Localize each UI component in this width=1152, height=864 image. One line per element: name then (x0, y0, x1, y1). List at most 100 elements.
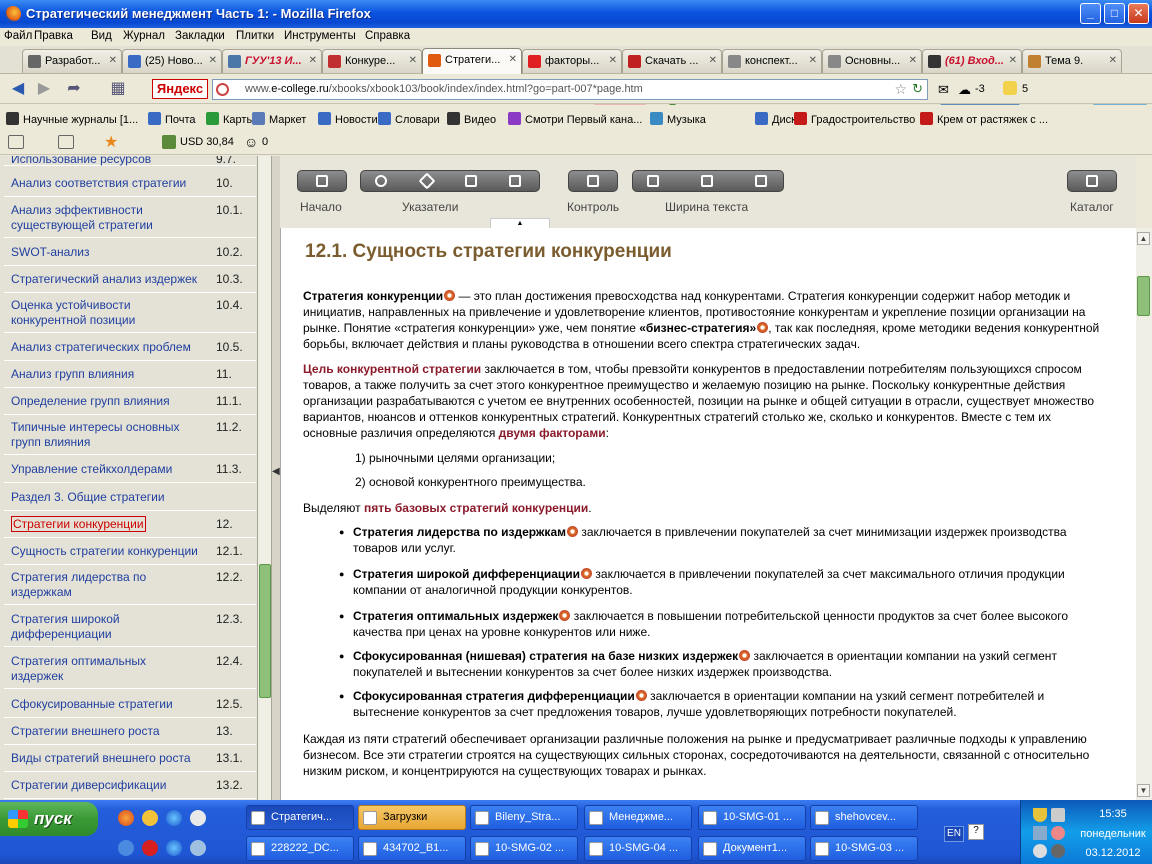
reload-icon[interactable]: ↻ (912, 81, 923, 97)
menu-edit[interactable]: Правка (34, 30, 73, 42)
help-icon[interactable]: ? (968, 824, 984, 840)
sidebar-scroll-thumb[interactable] (259, 564, 271, 698)
tab-close-icon[interactable]: ✕ (1109, 55, 1117, 66)
menu-bookmarks[interactable]: Закладки (175, 30, 225, 42)
toc-item[interactable]: Раздел 3. Общие стратегии (4, 484, 256, 511)
screenshot-icon[interactable] (58, 135, 74, 149)
url-bar[interactable]: www.e-college.ru/xbooks/xbook103/book/in… (212, 79, 928, 100)
catalog-button[interactable] (1067, 170, 1117, 192)
taskbar-button[interactable]: Документ1... (698, 836, 806, 861)
toc-item[interactable]: Виды стратегий внешнего роста 13.1. (4, 745, 256, 772)
tab-close-icon[interactable]: ✕ (109, 55, 117, 66)
taskbar-button[interactable]: 10-SMG-03 ... (810, 836, 918, 861)
tab-6[interactable]: Скачать ... ✕ (622, 49, 722, 73)
toc-item[interactable]: Стратегия лидерства по издержкам 12.2. (4, 565, 256, 605)
network-error-icon[interactable] (1051, 808, 1065, 822)
toc-item[interactable]: Управление стейкхолдерами 11.3. (4, 456, 256, 483)
tray-icon[interactable] (1033, 826, 1047, 840)
toc-item[interactable]: Стратегии внешнего роста 13. (4, 718, 256, 745)
currency-rate[interactable]: USD 30,84 (180, 136, 234, 148)
taskbar-button[interactable]: 10-SMG-01 ... (698, 805, 806, 830)
quicklaunch-icon[interactable] (118, 840, 134, 856)
tab-close-icon[interactable]: ✕ (409, 55, 417, 66)
tab-9[interactable]: (61) Вход... ✕ (922, 49, 1022, 73)
quicklaunch-icon[interactable] (142, 810, 158, 826)
taskbar-button[interactable]: shehovcev... (810, 805, 918, 830)
tab-5[interactable]: факторы... ✕ (522, 49, 622, 73)
tab-1[interactable]: (25) Ново... ✕ (122, 49, 222, 73)
glossary-icon[interactable] (567, 526, 578, 537)
glossary-icon[interactable] (444, 290, 456, 301)
menu-tiles[interactable]: Плитки (236, 30, 274, 42)
language-indicator[interactable]: EN (944, 826, 964, 842)
forward-arrow-icon[interactable]: ▶ (34, 79, 54, 99)
toc-item[interactable]: Типичные интересы основных групп влияния… (4, 415, 256, 455)
toc-item[interactable]: Анализ эффективности существующей страте… (4, 198, 256, 238)
quicklaunch-icon[interactable] (190, 840, 206, 856)
menu-file[interactable]: Файл (4, 30, 32, 42)
tiles-grid-icon[interactable]: ▦ (108, 79, 128, 99)
ie-quicklaunch-icon[interactable] (166, 810, 182, 826)
bookmark-item[interactable]: Почта (148, 112, 196, 126)
toc-item[interactable]: Стратегии диверсификации 13.2. (4, 772, 256, 799)
toc-item[interactable]: Стратегия широкой дифференциации 12.3. (4, 607, 256, 647)
tray-icon[interactable] (1051, 844, 1065, 858)
menu-help[interactable]: Справка (365, 30, 410, 42)
taskbar-button[interactable]: Менеджме... (584, 805, 692, 830)
ie-quicklaunch-icon[interactable] (166, 840, 182, 856)
tab-close-icon[interactable]: ✕ (609, 55, 617, 66)
weather-cloud-icon[interactable]: ☁ (958, 82, 971, 98)
start-button[interactable] (297, 170, 347, 192)
maximize-button[interactable]: □ (1104, 3, 1125, 24)
tab-3[interactable]: Конкуре... ✕ (322, 49, 422, 73)
toc-item[interactable]: Анализ групп влияния 11. (4, 361, 256, 388)
tab-close-icon[interactable]: ✕ (509, 54, 517, 65)
menu-tools[interactable]: Инструменты (284, 30, 356, 42)
toc-item[interactable]: Определение групп влияния 11.1. (4, 388, 256, 415)
site-identity-icon[interactable] (216, 83, 229, 96)
minimize-button[interactable]: _ (1080, 3, 1101, 24)
scroll-up-arrow-icon[interactable]: ▲ (1137, 232, 1150, 245)
panel-splitter[interactable]: ◀ (272, 156, 280, 800)
notification-icon[interactable] (1003, 81, 1017, 95)
glossary-icon[interactable] (757, 322, 769, 333)
clock-time[interactable]: 15:35 (1083, 808, 1143, 820)
window-titlebar[interactable]: Стратегический менеджмент Часть 1: - Moz… (0, 0, 1152, 28)
tab-7[interactable]: конспект... ✕ (722, 49, 822, 73)
tab-0[interactable]: Разработ... ✕ (22, 49, 122, 73)
taskbar-button[interactable]: Bileny_Stra... (470, 805, 578, 830)
opera-quicklaunch-icon[interactable] (142, 840, 158, 856)
settings-icon[interactable] (8, 135, 24, 149)
bookmark-star-icon[interactable]: ☆ (894, 81, 907, 98)
toc-item[interactable]: Использование ресурсов 9.7. (4, 156, 256, 166)
shield-icon[interactable] (1033, 808, 1047, 822)
taskbar-button[interactable]: 10-SMG-04 ... (584, 836, 692, 861)
toc-item[interactable]: Анализ стратегических проблем 10.5. (4, 334, 256, 361)
tab-close-icon[interactable]: ✕ (1009, 55, 1017, 66)
bookmark-item[interactable]: Карты (206, 112, 254, 126)
taskbar-button[interactable]: Стратегич... (246, 805, 354, 830)
tab-close-icon[interactable]: ✕ (309, 55, 317, 66)
close-button[interactable]: ✕ (1128, 3, 1149, 24)
bookmark-item[interactable]: Диск (755, 112, 796, 126)
bookmark-item[interactable]: Маркет (252, 112, 306, 126)
tab-4[interactable]: Стратеги... ✕ (422, 48, 522, 74)
content-scroll-thumb[interactable] (1137, 276, 1150, 316)
toc-item[interactable]: Стратегии конкуренции 12. (4, 511, 256, 538)
glossary-icon[interactable] (739, 650, 751, 661)
taskbar-button[interactable]: 228222_DC... (246, 836, 354, 861)
toc-item[interactable]: Стратегический анализ издержек 10.3. (4, 266, 256, 293)
glossary-icon[interactable] (559, 610, 571, 621)
bookmark-item[interactable]: Музыка (650, 112, 706, 126)
yandex-logo[interactable]: Яндекс (152, 79, 208, 99)
toc-item[interactable]: Анализ соответствия стратегии 10. (4, 170, 256, 197)
star-icon[interactable]: ★ (104, 132, 118, 152)
tab-close-icon[interactable]: ✕ (909, 55, 917, 66)
scroll-down-arrow-icon[interactable]: ▼ (1137, 784, 1150, 797)
toc-item[interactable]: Сфокусированные стратегии 12.5. (4, 691, 256, 718)
taskbar-button[interactable]: 434702_B1... (358, 836, 466, 861)
bookmark-item[interactable]: Словари (378, 112, 440, 126)
glossary-icon[interactable] (635, 690, 647, 701)
media-quicklaunch-icon[interactable] (190, 810, 206, 826)
taskbar-button[interactable]: 10-SMG-02 ... (470, 836, 578, 861)
